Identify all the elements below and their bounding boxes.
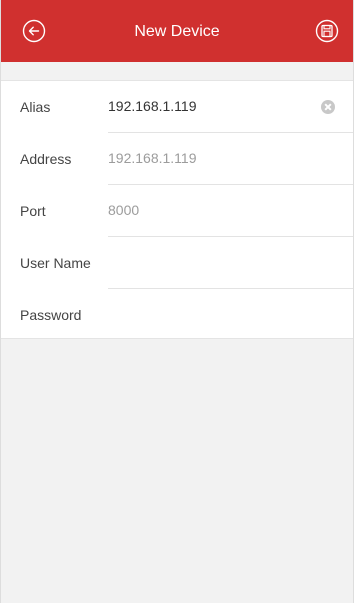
top-bar: New Device	[1, 0, 353, 62]
address-field-container	[108, 133, 353, 185]
username-input[interactable]	[108, 237, 308, 287]
password-field-container	[108, 289, 353, 341]
save-button[interactable]	[315, 19, 339, 43]
password-label: Password	[20, 307, 82, 323]
device-form: Alias Address Port User Name Pa	[1, 80, 353, 339]
alias-label: Alias	[20, 99, 51, 115]
password-row: Password	[1, 289, 353, 341]
alias-row: Alias	[1, 81, 353, 133]
new-device-screen: New Device Alias Address Port	[0, 0, 354, 603]
password-input[interactable]	[108, 289, 308, 339]
clear-x-icon[interactable]	[321, 100, 335, 114]
address-label: Address	[20, 151, 72, 167]
save-icon	[315, 19, 339, 43]
port-row: Port	[1, 185, 353, 237]
address-input[interactable]	[108, 133, 308, 183]
header-spacer	[1, 62, 353, 80]
username-row: User Name	[1, 237, 353, 289]
alias-field-container	[108, 81, 353, 133]
username-label: User Name	[20, 255, 91, 271]
port-field-container	[108, 185, 353, 237]
username-field-container	[108, 237, 353, 289]
port-input[interactable]	[108, 185, 308, 235]
page-title: New Device	[134, 23, 220, 40]
address-row: Address	[1, 133, 353, 185]
port-label: Port	[20, 203, 46, 219]
alias-input[interactable]	[108, 81, 308, 131]
